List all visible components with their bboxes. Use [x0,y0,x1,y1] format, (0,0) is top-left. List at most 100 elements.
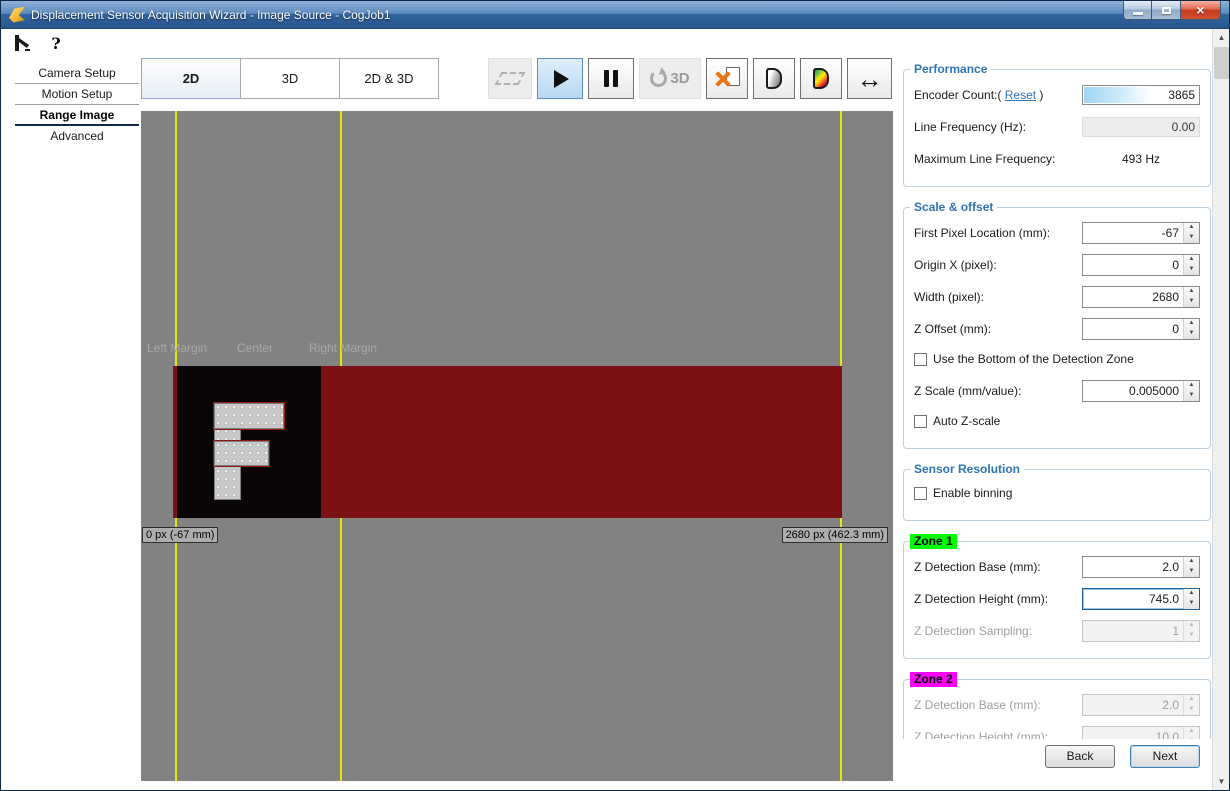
sidebar-item-camera-setup[interactable]: Camera Setup [15,63,139,84]
rotate-3d-label: 3D [670,70,689,87]
spin-down-icon[interactable]: ▼ [1184,391,1199,401]
right-margin-label: Right Margin [309,341,377,355]
spin-down-icon[interactable]: ▼ [1184,329,1199,339]
maximize-button[interactable] [1152,1,1181,20]
spin-up-icon[interactable]: ▲ [1184,223,1199,233]
grayscale-view-button[interactable] [753,58,795,99]
spin-down-icon[interactable]: ▼ [1184,599,1199,609]
dashed-parallelogram-icon [495,72,526,85]
spin-up-icon: ▲ [1184,621,1199,631]
close-icon: × [1196,3,1204,17]
spinner-buttons: ▲▼ [1183,727,1199,739]
encoder-reset-link[interactable]: Reset [1005,88,1036,102]
z-offset-label: Z Offset (mm): [914,322,991,336]
tab-2d[interactable]: 2D [141,58,241,99]
spin-down-icon: ▼ [1184,631,1199,641]
next-button[interactable]: Next [1130,745,1200,768]
help-button[interactable]: ? [45,32,67,54]
enable-binning-checkbox[interactable]: Enable binning [914,484,1200,502]
zone1-base-row: Z Detection Base (mm): 2.0 ▲▼ [914,556,1200,578]
clear-image-button[interactable] [706,58,748,99]
line-frequency-label: Line Frequency (Hz): [914,120,1026,134]
performance-group: Performance Encoder Count:( Reset ) 3865… [903,69,1211,187]
close-button[interactable]: × [1181,1,1221,20]
scrollbar-down-button[interactable]: ▼ [1213,773,1230,790]
z-scale-input[interactable]: 0.005000 ▲▼ [1082,380,1200,402]
spin-up-icon[interactable]: ▲ [1184,381,1199,391]
auto-zscale-checkbox[interactable]: Auto Z-scale [914,412,1200,430]
tab-3d[interactable]: 3D [240,58,340,99]
zone2-title: Zone 2 [910,672,957,687]
spin-up-icon[interactable]: ▲ [1184,255,1199,265]
spinner-buttons: ▲▼ [1183,287,1199,307]
scrollbar-up-button[interactable]: ▲ [1213,29,1230,46]
zone2-height-row: Z Detection Height (mm): 10.0 ▲▼ [914,726,1200,739]
encoder-activity-bar [1084,87,1151,103]
encoder-count-value: 3865 [1168,86,1195,104]
zone1-base-value: 2.0 [1083,557,1183,577]
fit-width-button[interactable]: ↔ [847,58,892,99]
spinner-buttons: ▲▼ [1183,381,1199,401]
color-view-button[interactable] [800,58,842,99]
spin-up-icon[interactable]: ▲ [1184,589,1199,599]
spinner-buttons: ▲▼ [1183,621,1199,641]
origin-x-input[interactable]: 0 ▲▼ [1082,254,1200,276]
spin-down-icon[interactable]: ▼ [1184,297,1199,307]
spinner-buttons: ▲▼ [1183,223,1199,243]
range-image-canvas[interactable]: Left Margin Center Right Margin 0 px (-6… [141,111,893,781]
first-pixel-location-input[interactable]: -67 ▲▼ [1082,222,1200,244]
settings-panel: Performance Encoder Count:( Reset ) 3865… [901,49,1213,739]
play-button[interactable] [537,58,583,99]
sensor-resolution-title: Sensor Resolution [910,462,1024,477]
use-bottom-checkbox[interactable]: Use the Bottom of the Detection Zone [914,350,1200,368]
checkbox-box[interactable] [914,415,927,428]
encoder-count-row: Encoder Count:( Reset ) 3865 [914,84,1200,106]
width-input[interactable]: 2680 ▲▼ [1082,286,1200,308]
sidebar-item-motion-setup[interactable]: Motion Setup [15,84,139,105]
wizard-nav: Camera Setup Motion Setup Range Image Ad… [15,63,139,147]
spin-up-icon[interactable]: ▲ [1184,287,1199,297]
vertical-scrollbar[interactable]: ▲ ▼ [1212,29,1229,790]
scrollbar-thumb[interactable] [1214,47,1229,79]
spin-down-icon[interactable]: ▼ [1184,567,1199,577]
zone1-base-input[interactable]: 2.0 ▲▼ [1082,556,1200,578]
zone2-base-input: 2.0 ▲▼ [1082,694,1200,716]
spin-down-icon[interactable]: ▼ [1184,265,1199,275]
restore-icon [1162,7,1171,14]
scale-offset-title: Scale & offset [910,200,997,215]
max-line-frequency-label: Maximum Line Frequency: [914,152,1055,166]
grayscale-page-icon [766,68,782,89]
checkbox-box[interactable] [914,487,927,500]
line-frequency-readout: 0.00 [1082,117,1200,137]
encoder-label-prefix: Encoder Count:( [914,88,1001,102]
zone1-sampling-label: Z Detection Sampling: [914,624,1032,638]
chevron-up-icon: ▲ [1218,33,1226,42]
sidebar-item-advanced[interactable]: Advanced [15,126,139,147]
tab-2d-3d[interactable]: 2D & 3D [339,58,439,99]
start-marker-chip: 0 px (-67 mm) [142,527,218,543]
max-line-frequency-row: Maximum Line Frequency: 493 Hz [914,148,1200,170]
chevron-down-icon: ▼ [1218,777,1226,786]
title-bar[interactable]: Displacement Sensor Acquisition Wizard -… [1,1,1229,29]
origin-x-value: 0 [1083,255,1183,275]
measure-tool-button[interactable] [11,32,33,54]
color-page-icon [813,68,829,89]
z-scale-label: Z Scale (mm/value): [914,384,1021,398]
app-window: Displacement Sensor Acquisition Wizard -… [0,0,1230,791]
z-offset-input[interactable]: 0 ▲▼ [1082,318,1200,340]
zone1-height-input[interactable]: 745.0 ▲▼ [1082,588,1200,610]
origin-x-label: Origin X (pixel): [914,258,997,272]
z-offset-row: Z Offset (mm): 0 ▲▼ [914,318,1200,340]
sidebar-item-range-image[interactable]: Range Image [15,105,139,126]
spin-up-icon[interactable]: ▲ [1184,557,1199,567]
spin-up-icon: ▲ [1184,727,1199,737]
minimize-button[interactable] [1123,1,1152,20]
spin-down-icon: ▼ [1184,737,1199,739]
pause-button[interactable] [588,58,634,99]
back-button[interactable]: Back [1045,745,1115,768]
checkbox-box[interactable] [914,353,927,366]
spin-down-icon[interactable]: ▼ [1184,233,1199,243]
zone1-sampling-input: 1 ▲▼ [1082,620,1200,642]
spin-up-icon[interactable]: ▲ [1184,319,1199,329]
sensor-resolution-group: Sensor Resolution Enable binning [903,469,1211,521]
